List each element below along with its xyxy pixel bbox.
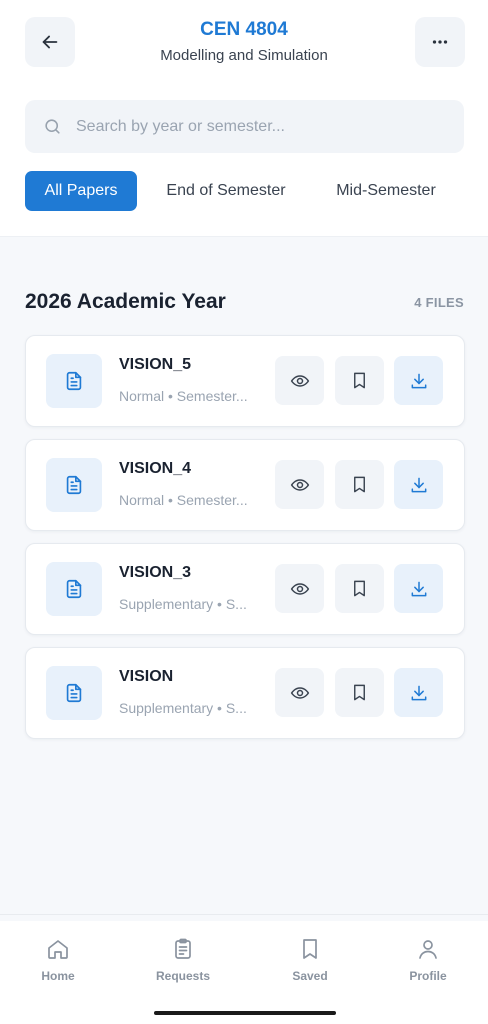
file-name: VISION_5	[119, 356, 192, 373]
tab-all-papers[interactable]: All Papers	[25, 171, 137, 211]
view-button[interactable]	[275, 564, 324, 613]
download-icon	[411, 581, 426, 596]
document-icon	[66, 475, 82, 495]
file-name: VISION_3	[119, 564, 192, 581]
nav-label: Requests	[155, 969, 211, 983]
file-meta: Supplementary • S...	[119, 700, 247, 716]
file-meta: Normal • Semester...	[119, 388, 248, 404]
download-button[interactable]	[394, 460, 443, 509]
nav-label: Home	[41, 969, 75, 983]
more-horizontal-icon	[432, 40, 448, 44]
bookmark-icon	[354, 580, 365, 597]
bookmark-icon	[354, 684, 365, 701]
user-icon	[419, 940, 437, 959]
search-bar	[25, 100, 464, 153]
document-icon	[66, 683, 82, 703]
bookmark-button[interactable]	[335, 564, 384, 613]
clipboard-icon	[175, 938, 191, 959]
download-button[interactable]	[394, 564, 443, 613]
search-icon	[45, 119, 60, 134]
nav-item-requests[interactable]: Requests	[138, 937, 228, 983]
document-icon	[66, 371, 82, 391]
header-area: CEN 4804 Modelling and Simulation All Pa…	[0, 0, 488, 237]
file-count: 4 FILES	[414, 295, 464, 310]
view-button[interactable]	[275, 668, 324, 717]
file-card[interactable]: VISION_5 Normal • Semester...	[25, 335, 465, 427]
file-type-badge	[46, 458, 102, 512]
nav-item-saved[interactable]: Saved	[265, 937, 355, 983]
bottom-nav: Home Requests Saved Profile	[0, 921, 488, 1024]
eye-icon	[290, 374, 309, 387]
file-type-badge	[46, 562, 102, 616]
download-icon	[411, 477, 426, 492]
bookmark-button[interactable]	[335, 668, 384, 717]
download-button[interactable]	[394, 668, 443, 717]
download-icon	[411, 373, 426, 388]
divider	[0, 914, 488, 915]
eye-icon	[290, 582, 309, 595]
file-type-badge	[46, 354, 102, 408]
bookmark-icon	[354, 476, 365, 493]
home-indicator	[154, 1011, 336, 1015]
download-icon	[411, 685, 426, 700]
file-meta: Normal • Semester...	[119, 492, 248, 508]
file-type-badge	[46, 666, 102, 720]
bookmark-button[interactable]	[335, 356, 384, 405]
search-input[interactable]	[74, 116, 438, 137]
bookmark-icon	[303, 939, 317, 959]
eye-icon	[290, 478, 309, 491]
bookmark-icon	[354, 372, 365, 389]
tab-mid-semester[interactable]: Mid-Semester	[326, 171, 446, 211]
nav-label: Saved	[292, 969, 328, 983]
file-meta: Supplementary • S...	[119, 596, 247, 612]
file-name: VISION_4	[119, 460, 192, 477]
file-card[interactable]: VISION_3 Supplementary • S...	[25, 543, 465, 635]
file-name: VISION	[119, 668, 174, 685]
tab-end-of-semester[interactable]: End of Semester	[158, 171, 294, 211]
file-card[interactable]: VISION Supplementary • S...	[25, 647, 465, 739]
document-icon	[66, 579, 82, 599]
bookmark-button[interactable]	[335, 460, 384, 509]
nav-item-home[interactable]: Home	[13, 937, 103, 983]
more-options-button[interactable]	[415, 17, 465, 67]
nav-item-profile[interactable]: Profile	[383, 937, 473, 983]
view-button[interactable]	[275, 460, 324, 509]
nav-label: Profile	[409, 969, 447, 983]
eye-icon	[290, 686, 309, 699]
section-title: 2026 Academic Year	[25, 290, 226, 313]
file-card[interactable]: VISION_4 Normal • Semester...	[25, 439, 465, 531]
download-button[interactable]	[394, 356, 443, 405]
home-icon	[48, 940, 68, 959]
view-button[interactable]	[275, 356, 324, 405]
